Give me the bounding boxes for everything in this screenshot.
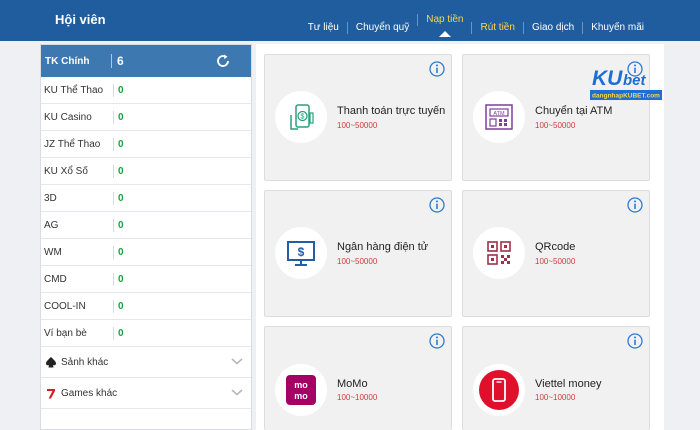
account-row: COOL-IN 0 [41,293,251,320]
account-row: WM 0 [41,239,251,266]
payment-name: QRcode [535,241,576,253]
kubet-logo-graphic: KU bet dangnhapKUBET.com [590,67,662,100]
account-label: KU Thể Thao [44,84,104,96]
account-balance: 0 [113,191,124,205]
svg-text:mo: mo [294,380,308,390]
svg-text:ATM: ATM [493,111,505,117]
info-icon[interactable] [429,197,445,213]
top-nav: Tư liệu Chuyển quỹ Nạp tiền Rút tiền Gia… [300,0,652,41]
payment-icon-badge [473,364,525,416]
payment-icon-badge: $ [275,91,327,143]
qrcode-icon [487,241,511,265]
svg-text:dangnhapKUBET.com: dangnhapKUBET.com [592,93,660,100]
account-row: JZ Thể Thao 0 [41,131,251,158]
account-balance: 0 [113,137,124,151]
main-account-label: TK Chính [45,55,90,67]
momo-icon: mo mo [286,375,316,405]
account-label: AG [44,219,59,231]
nav-giao-dich[interactable]: Giao dịch [522,21,582,34]
account-balance: 0 [113,326,124,340]
monitor-dollar-icon: $ [287,241,315,266]
account-balance: 0 [113,110,124,124]
payment-icon-badge: ATM [473,91,525,143]
account-row: KU Casino 0 [41,104,251,131]
main-account-balance: 6 [111,54,124,68]
account-label: KU Casino [44,111,92,123]
account-balance: 0 [113,299,124,313]
info-icon[interactable] [429,333,445,349]
payment-card-momo[interactable]: mo mo MoMo 100~10000 [264,326,452,430]
spade-icon [46,356,56,367]
payment-name: MoMo [337,378,368,390]
info-icon[interactable] [627,333,643,349]
info-icon[interactable] [627,197,643,213]
account-balance: 0 [113,272,124,286]
svg-text:bet: bet [623,72,647,89]
account-label: CMD [44,273,67,285]
nav-tu-lieu[interactable]: Tư liệu [300,22,347,34]
atm-icon: ATM [485,104,513,130]
account-row: KU Thể Thao 0 [41,77,251,104]
refresh-icon[interactable] [215,53,231,69]
nav-nap-tien[interactable]: Nạp tiền [417,13,471,26]
payment-icon-badge [473,227,525,279]
payment-name: Thanh toán trực tuyến [337,105,446,117]
account-label: WM [44,246,62,258]
payment-name: Chuyển tại ATM [535,105,613,117]
svg-text:$: $ [301,114,305,121]
payment-range: 100~50000 [337,257,378,266]
payment-range: 100~10000 [535,393,576,402]
payment-card-viettel[interactable]: Viettel money 100~10000 [462,326,650,430]
svg-text:KU: KU [592,67,623,90]
group-sanh-khac[interactable]: Sảnh khác [41,347,251,378]
account-balance: 0 [113,164,124,178]
top-header: Hội viên Tư liệu Chuyển quỹ Nạp tiền Rút… [0,0,700,41]
nav-chuyen-quy[interactable]: Chuyển quỹ [346,21,417,34]
nav-khuyen-mai[interactable]: Khuyến mãi [582,21,652,34]
account-row: Ví bạn bè 0 [41,320,251,347]
account-row: KU Xổ Số 0 [41,158,251,185]
main-account-row: TK Chính 6 [41,45,251,77]
payment-card-ebanking[interactable]: $ Ngân hàng điện tử 100~50000 [264,190,452,317]
payment-card-qrcode[interactable]: QRcode 100~50000 [462,190,650,317]
nav-rut-tien[interactable]: Rút tiền [471,21,522,34]
group-label: Games khác [61,387,118,399]
account-row: 3D 0 [41,185,251,212]
payment-icon-badge: $ [275,227,327,279]
chevron-down-icon[interactable] [231,387,243,397]
payment-name: Ngân hàng điện tử [337,241,429,253]
payment-icon-badge: mo mo [275,364,327,416]
payment-range: 100~50000 [535,121,576,130]
account-label: JZ Thể Thao [44,138,101,150]
svg-text:$: $ [298,245,305,259]
mobile-money-icon: $ [290,104,314,130]
viettel-icon [479,370,519,410]
account-balance: 0 [113,245,124,259]
info-icon[interactable] [429,61,445,77]
payment-range: 100~10000 [337,393,378,402]
chevron-down-icon[interactable] [231,356,243,366]
seven-icon [47,388,55,398]
payment-card-online[interactable]: $ Thanh toán trực tuyến 100~50000 [264,54,452,181]
payment-name: Viettel money [535,378,602,390]
group-games-khac[interactable]: Games khác [41,378,251,409]
account-label: COOL-IN [44,300,86,312]
wallet-sidebar: TK Chính 6 KU Thể Thao 0 KU Casino 0 JZ Th… [40,44,252,430]
kubet-logo: KU bet dangnhapKUBET.com [590,63,662,103]
account-row: AG 0 [41,212,251,239]
page-title: Hội viên [55,12,106,27]
svg-text:mo: mo [294,391,308,401]
account-label: Ví bạn bè [44,327,87,339]
account-label: 3D [44,192,57,204]
payment-range: 100~50000 [337,121,378,130]
account-row: CMD 0 [41,266,251,293]
account-label: KU Xổ Số [44,165,88,177]
group-label: Sảnh khác [61,356,109,368]
account-balance: 0 [113,83,124,97]
account-balance: 0 [113,218,124,232]
payment-range: 100~50000 [535,257,576,266]
